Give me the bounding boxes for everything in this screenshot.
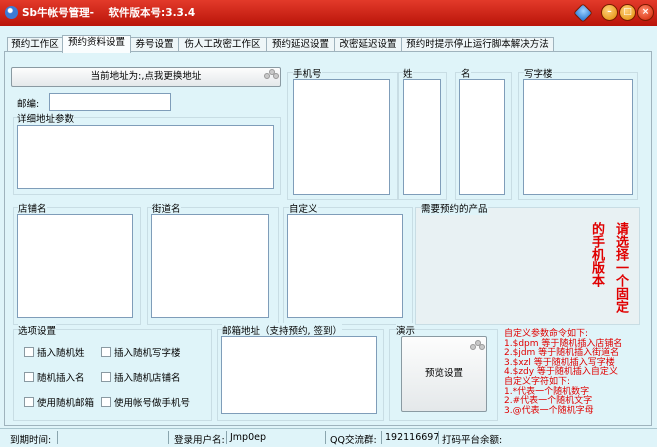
status-divider [381, 431, 382, 444]
change-address-button[interactable]: 当前地址为:,点我更换地址 [11, 67, 281, 87]
login-label: 登录用户名: [174, 435, 225, 446]
option-random-building[interactable]: 插入随机写字楼 [101, 345, 181, 359]
checkbox-icon [101, 372, 111, 382]
custom-label: 自定义 [289, 201, 318, 215]
window-title: Sb牛帐号管理- 软件版本号:3.3.4 [22, 7, 196, 19]
dots-icon [470, 340, 485, 350]
maximize-button[interactable]: □ [619, 4, 636, 21]
checkbox-icon [101, 397, 111, 407]
custom-input[interactable] [287, 214, 403, 318]
postcode-label: 邮编: [17, 99, 40, 110]
preview-settings-label: 预览设置 [424, 368, 463, 379]
tab-booking-delay[interactable]: 预约延迟设置 [266, 37, 335, 52]
tab-script-help[interactable]: 预约时提示停止运行脚本解决方法 [401, 37, 554, 52]
minimize-button[interactable]: – [601, 4, 618, 21]
qq-value: 192116697 [385, 432, 440, 443]
app-icon [5, 6, 18, 19]
option-random-surname[interactable]: 插入随机姓 [24, 345, 85, 359]
balance-label: 打码平台余额: [442, 435, 503, 446]
detail-address-label: 详细地址参数 [17, 111, 75, 125]
options-label: 选项设置 [18, 323, 57, 337]
product-notice: 请选择一个固定的手机版本 [589, 222, 628, 313]
surname-input[interactable] [403, 79, 441, 195]
checkbox-icon [24, 372, 34, 382]
help-text: 自定义参数命令如下: 1.$dpm 等于随机插入店铺名 2.$jdm 等于随机插… [504, 329, 622, 416]
status-divider [226, 431, 227, 444]
checkbox-icon [101, 347, 111, 357]
surname-label: 姓 [403, 66, 413, 80]
demo-label: 演示 [396, 323, 416, 337]
given-name-label: 名 [461, 66, 471, 80]
option-random-shop[interactable]: 插入随机店铺名 [101, 370, 181, 384]
option-account-as-phone[interactable]: 使用帐号做手机号 [101, 395, 190, 409]
detail-address-input[interactable] [17, 125, 274, 189]
preview-settings-button[interactable]: 预览设置 [401, 336, 487, 412]
status-divider [168, 431, 169, 444]
qq-label: QQ交流群: [330, 435, 377, 446]
status-divider [438, 431, 439, 444]
given-name-input[interactable] [459, 79, 505, 195]
tab-password-delay[interactable]: 改密延迟设置 [334, 37, 402, 52]
shop-input[interactable] [17, 214, 133, 318]
close-button[interactable]: × [637, 4, 654, 21]
email-label: 邮箱地址（支持预约, 签到） [222, 323, 343, 337]
dots-icon [264, 69, 279, 79]
tab-strip: 预约工作区 预约资料设置 券号设置 伤人工改密工作区 预约延迟设置 改密延迟设置… [0, 26, 657, 53]
status-bar: 到期时间: 登录用户名: Jmp0ep QQ交流群: 192116697 打码平… [0, 428, 657, 447]
tab-ticket-settings[interactable]: 券号设置 [130, 37, 179, 52]
change-address-label: 当前地址为:,点我更换地址 [90, 71, 202, 82]
phone-input[interactable] [293, 79, 390, 195]
login-value: Jmp0ep [230, 432, 267, 443]
tab-booking-data[interactable]: 预约资料设置 [62, 35, 131, 53]
building-input[interactable] [523, 79, 633, 195]
checkbox-icon [24, 397, 34, 407]
expire-label: 到期时间: [10, 435, 52, 446]
email-input[interactable] [221, 336, 377, 414]
street-label: 街道名 [152, 201, 181, 215]
status-divider [57, 431, 58, 444]
tab-manual-password[interactable]: 伤人工改密工作区 [178, 37, 267, 52]
tab-booking-work[interactable]: 预约工作区 [7, 37, 63, 52]
option-random-name[interactable]: 随机插入名 [24, 370, 85, 384]
product-label: 需要预约的产品 [421, 201, 488, 215]
status-divider [325, 431, 326, 444]
checkbox-icon [24, 347, 34, 357]
street-input[interactable] [151, 214, 269, 318]
shop-label: 店铺名 [18, 201, 47, 215]
building-label: 写字楼 [524, 66, 553, 80]
postcode-input[interactable] [49, 93, 171, 111]
phone-label: 手机号 [293, 66, 322, 80]
option-random-email[interactable]: 使用随机邮箱 [24, 395, 94, 409]
help-line: 3.@代表一个随机字母 [504, 405, 594, 416]
